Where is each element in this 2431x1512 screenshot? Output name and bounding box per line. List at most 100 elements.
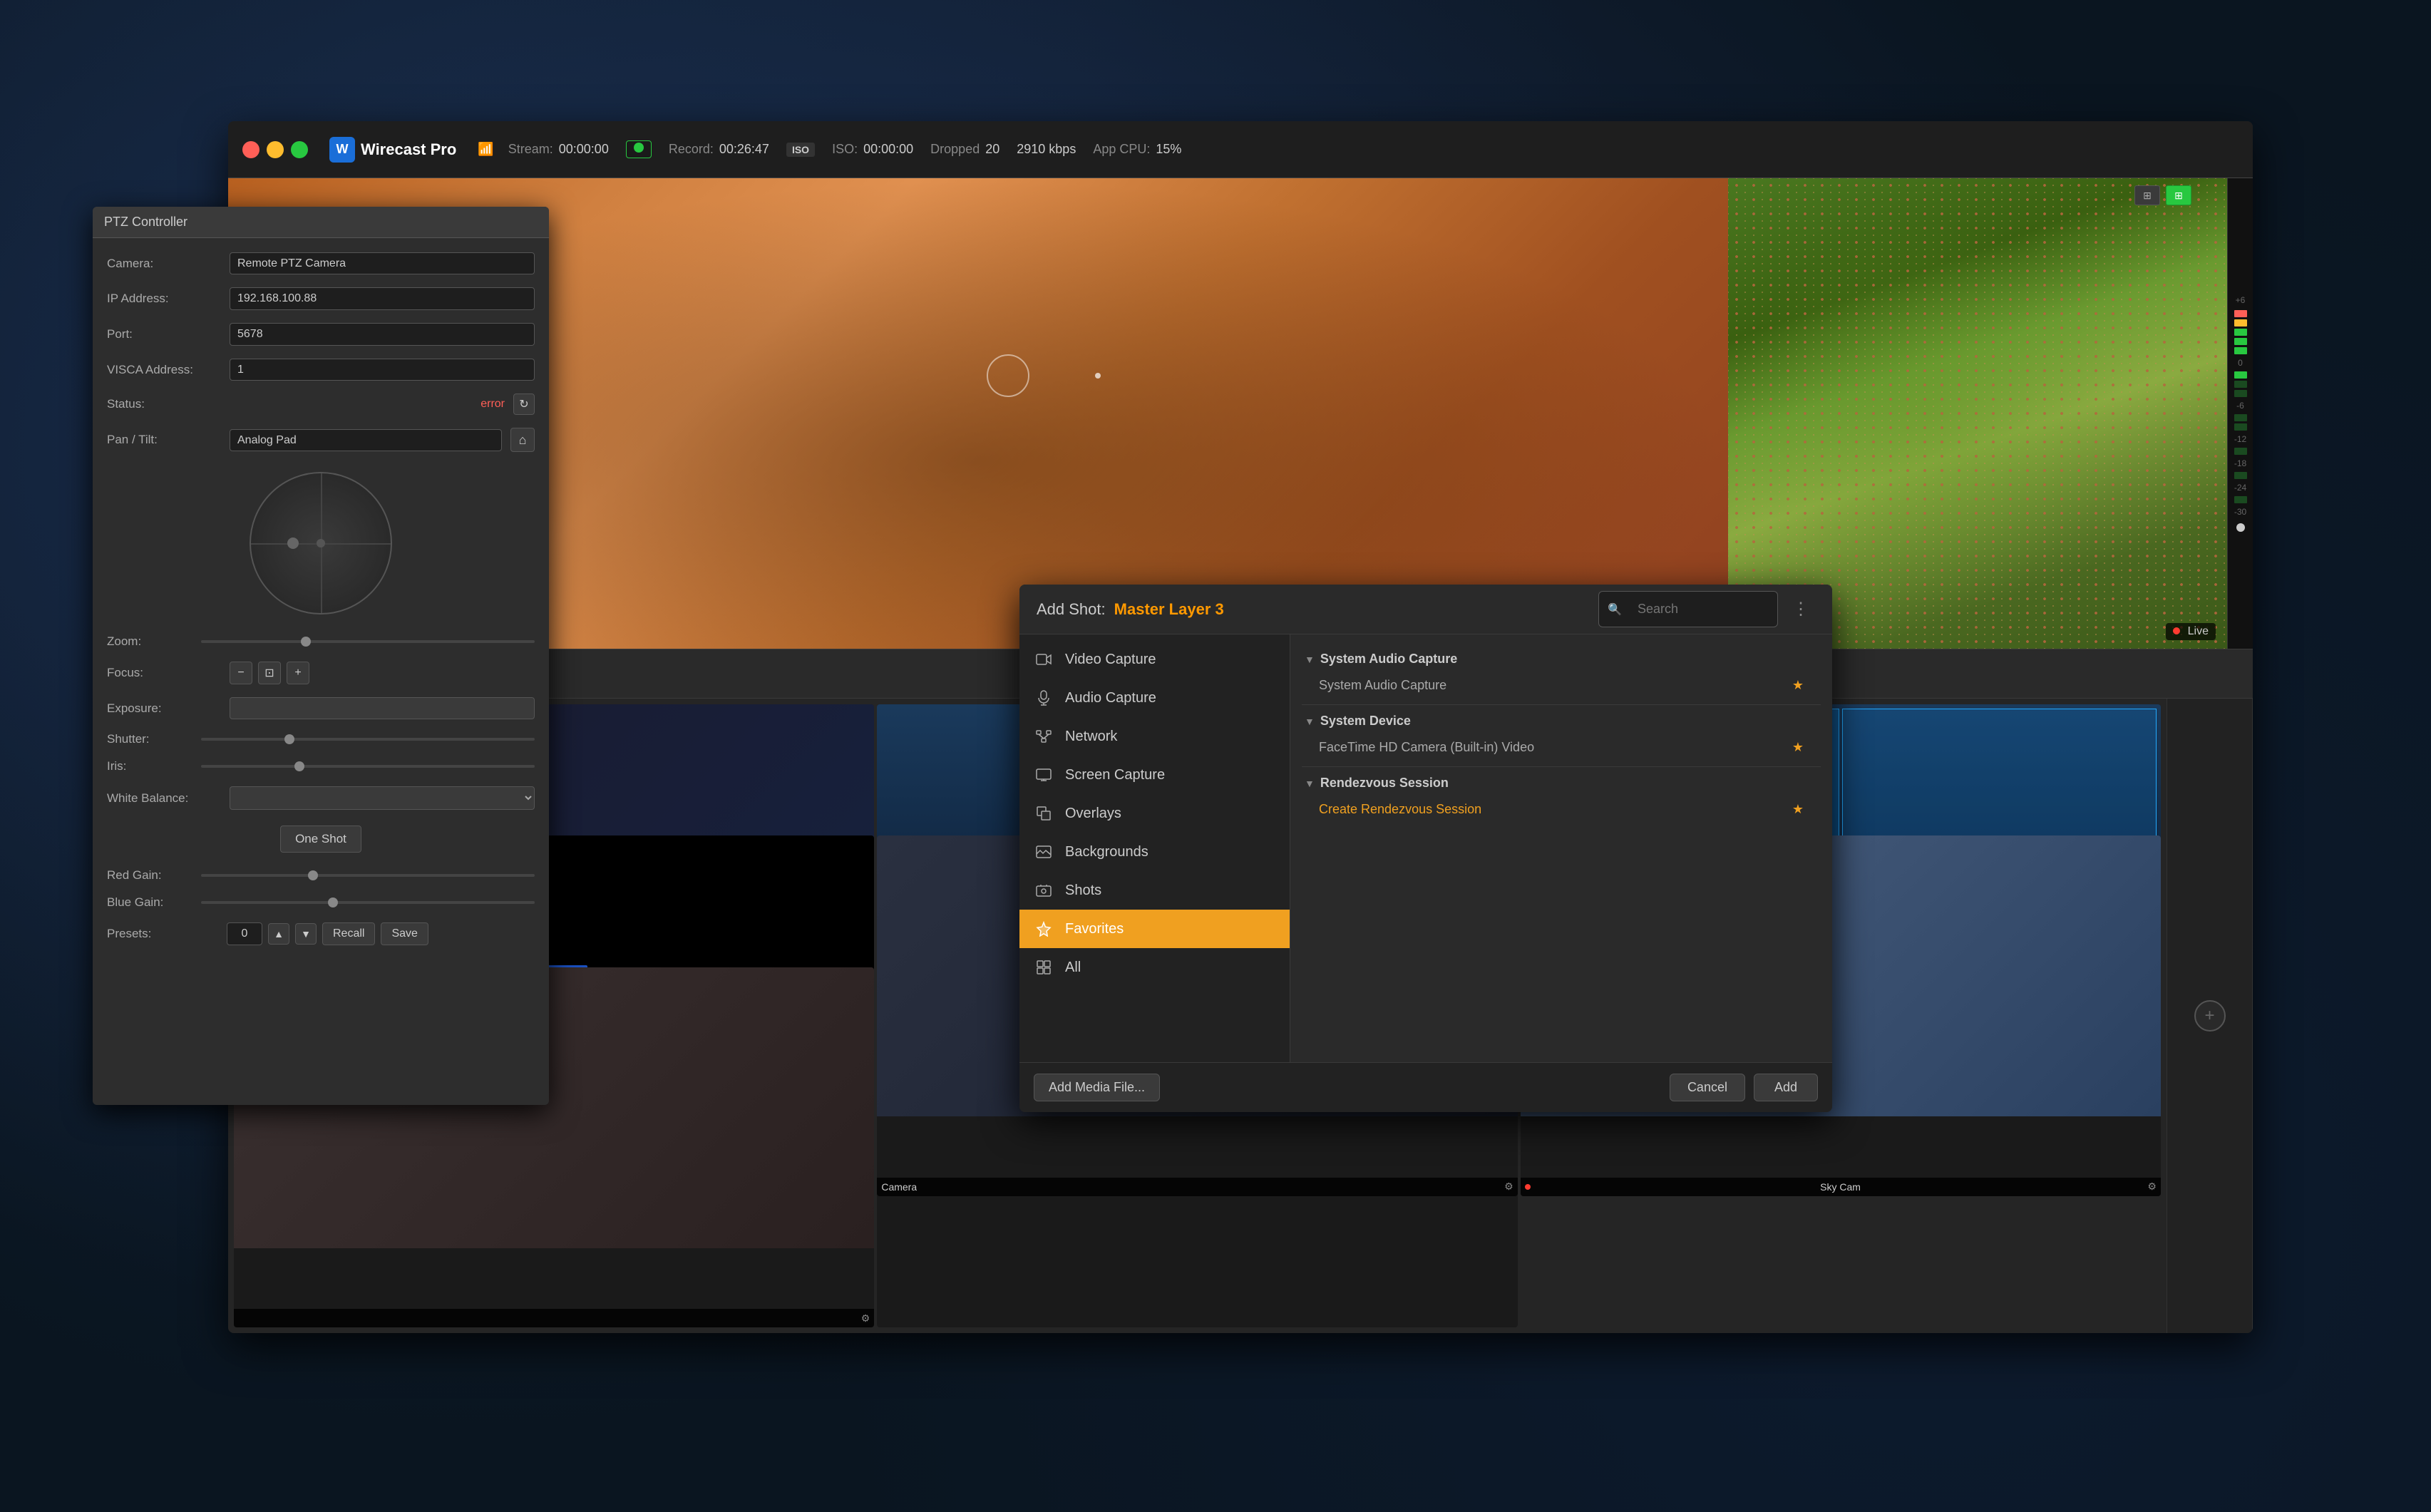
sidebar-item-video-capture[interactable]: Video Capture: [1019, 640, 1290, 679]
blue-gain-thumb: [328, 898, 338, 907]
sidebar-label-backgrounds: Backgrounds: [1065, 844, 1148, 860]
wb-row: White Balance:: [107, 786, 535, 810]
shutter-thumb: [284, 734, 294, 744]
preview-btn-1[interactable]: ⊞: [2134, 185, 2160, 205]
preset-input[interactable]: [227, 922, 262, 945]
item-facetime-camera[interactable]: FaceTime HD Camera (Built-in) Video ★: [1302, 734, 1821, 761]
sidebar-item-screen-capture[interactable]: Screen Capture: [1019, 756, 1290, 794]
vu-seg-off-7: [2234, 496, 2247, 503]
preview-right: Live 🖥 ⊞ ⊞: [1728, 178, 2227, 649]
exposure-label: Exposure:: [107, 701, 221, 716]
camera-select[interactable]: Remote PTZ Camera: [230, 252, 535, 274]
preset-down-btn[interactable]: ▼: [295, 923, 317, 945]
vu-seg-red: [2234, 310, 2247, 317]
visca-label: VISCA Address:: [107, 363, 221, 377]
overlays-icon: [1034, 803, 1054, 823]
all-icon: [1034, 957, 1054, 977]
focus-ring: [987, 354, 1029, 397]
sidebar-item-all[interactable]: All: [1019, 948, 1290, 987]
preview-btn-2[interactable]: ⊞: [2166, 185, 2191, 205]
joystick-center: [317, 539, 325, 547]
rendezvous-toggle-icon[interactable]: ▼: [1305, 778, 1315, 789]
star-icon-device[interactable]: ★: [1792, 740, 1804, 755]
live-dot: [2173, 627, 2180, 634]
search-icon: 🔍: [1608, 602, 1622, 617]
joystick[interactable]: [250, 472, 392, 614]
star-icon-audio[interactable]: ★: [1792, 678, 1804, 693]
video-capture-icon: [1034, 649, 1054, 669]
add-layer-btn[interactable]: +: [2194, 1000, 2226, 1032]
favorites-icon: [1034, 919, 1054, 939]
sidebar-label-all: All: [1065, 960, 1081, 976]
modal-sidebar: Video Capture Audio Capture Network Scre…: [1019, 634, 1290, 1062]
blue-gain-slider[interactable]: [201, 901, 535, 904]
add-button[interactable]: Add: [1754, 1074, 1818, 1101]
audio-toggle-icon[interactable]: ▼: [1305, 654, 1315, 665]
preset-up-btn[interactable]: ▲: [268, 923, 289, 945]
exposure-select[interactable]: [230, 697, 535, 719]
wifi-icon: 📶: [478, 142, 493, 157]
preset-save-btn[interactable]: Save: [381, 922, 428, 945]
preset-recall-btn[interactable]: Recall: [322, 922, 375, 945]
sidebar-item-overlays[interactable]: Overlays: [1019, 794, 1290, 833]
iris-thumb: [294, 761, 304, 771]
focus-plus-btn[interactable]: +: [287, 662, 309, 684]
port-input[interactable]: [230, 323, 535, 346]
item-create-rendezvous[interactable]: Create Rendezvous Session ★: [1302, 796, 1821, 823]
dropped-stat: Dropped 20: [930, 142, 999, 157]
one-shot-button[interactable]: One Shot: [280, 826, 361, 853]
focus-minus-btn[interactable]: −: [230, 662, 252, 684]
app-name: Wirecast Pro: [361, 140, 456, 159]
device-toggle-icon[interactable]: ▼: [1305, 716, 1315, 727]
layer-column-2: +: [2167, 699, 2253, 1333]
vu-seg-off-1: [2234, 381, 2247, 388]
home-button[interactable]: ⌂: [510, 428, 535, 452]
cpu-stat: App CPU: 15%: [1093, 142, 1181, 157]
section-header-audio: ▼ System Audio Capture: [1302, 646, 1821, 672]
presets-label: Presets:: [107, 927, 221, 941]
shots-icon: [1034, 880, 1054, 900]
sidebar-item-shots[interactable]: Shots: [1019, 871, 1290, 910]
ptz-title-bar: PTZ Controller: [93, 207, 549, 238]
shutter-slider[interactable]: [201, 738, 535, 741]
add-media-file-btn[interactable]: Add Media File...: [1034, 1074, 1160, 1101]
focus-row: Focus: − ⊡ +: [107, 662, 535, 684]
sidebar-item-network[interactable]: Network: [1019, 717, 1290, 756]
item-label-facetime: FaceTime HD Camera (Built-in) Video: [1319, 740, 1534, 755]
ip-input[interactable]: [230, 287, 535, 310]
cancel-button[interactable]: Cancel: [1670, 1074, 1745, 1101]
star-icon-rendezvous[interactable]: ★: [1792, 802, 1804, 817]
sidebar-item-backgrounds[interactable]: Backgrounds: [1019, 833, 1290, 871]
sidebar-item-favorites[interactable]: Favorites: [1019, 910, 1290, 948]
gear-icon[interactable]: ⚙: [2147, 1181, 2157, 1193]
close-button[interactable]: [242, 141, 259, 158]
pan-tilt-select[interactable]: Analog Pad: [230, 429, 502, 451]
red-gain-slider[interactable]: [201, 874, 535, 877]
live-indicator: [1525, 1184, 1531, 1190]
sidebar-item-audio-capture[interactable]: Audio Capture: [1019, 679, 1290, 717]
iris-slider[interactable]: [201, 765, 535, 768]
more-options-icon[interactable]: ⋮: [1787, 596, 1815, 622]
modal-title: Add Shot:: [1037, 600, 1106, 619]
search-input[interactable]: [1626, 596, 1769, 622]
pan-tilt-row: Pan / Tilt: Analog Pad ⌂: [107, 428, 535, 452]
blue-gain-label: Blue Gain:: [107, 895, 192, 910]
focus-auto-btn[interactable]: ⊡: [258, 662, 281, 684]
refresh-button[interactable]: ↻: [513, 394, 535, 415]
add-shot-modal: Add Shot: Master Layer 3 🔍 ⋮ Video Captu…: [1019, 585, 1832, 1112]
wb-label: White Balance:: [107, 791, 221, 806]
item-system-audio[interactable]: System Audio Capture ★: [1302, 672, 1821, 699]
bitrate-stat: 2910 kbps: [1017, 142, 1076, 157]
visca-select[interactable]: 1: [230, 359, 535, 381]
iris-row: Iris:: [107, 759, 535, 773]
minimize-button[interactable]: [267, 141, 284, 158]
gear-icon[interactable]: ⚙: [1504, 1181, 1513, 1193]
gear-icon[interactable]: ⚙: [861, 1312, 870, 1325]
status-row: Status: error ↻: [107, 394, 535, 415]
zoom-slider-track[interactable]: [201, 640, 535, 643]
maximize-button[interactable]: [291, 141, 308, 158]
zoom-slider-thumb: [301, 637, 311, 647]
wb-select[interactable]: [230, 786, 535, 810]
vu-seg-green-1: [2234, 329, 2247, 336]
vu-knob[interactable]: [2236, 523, 2245, 532]
